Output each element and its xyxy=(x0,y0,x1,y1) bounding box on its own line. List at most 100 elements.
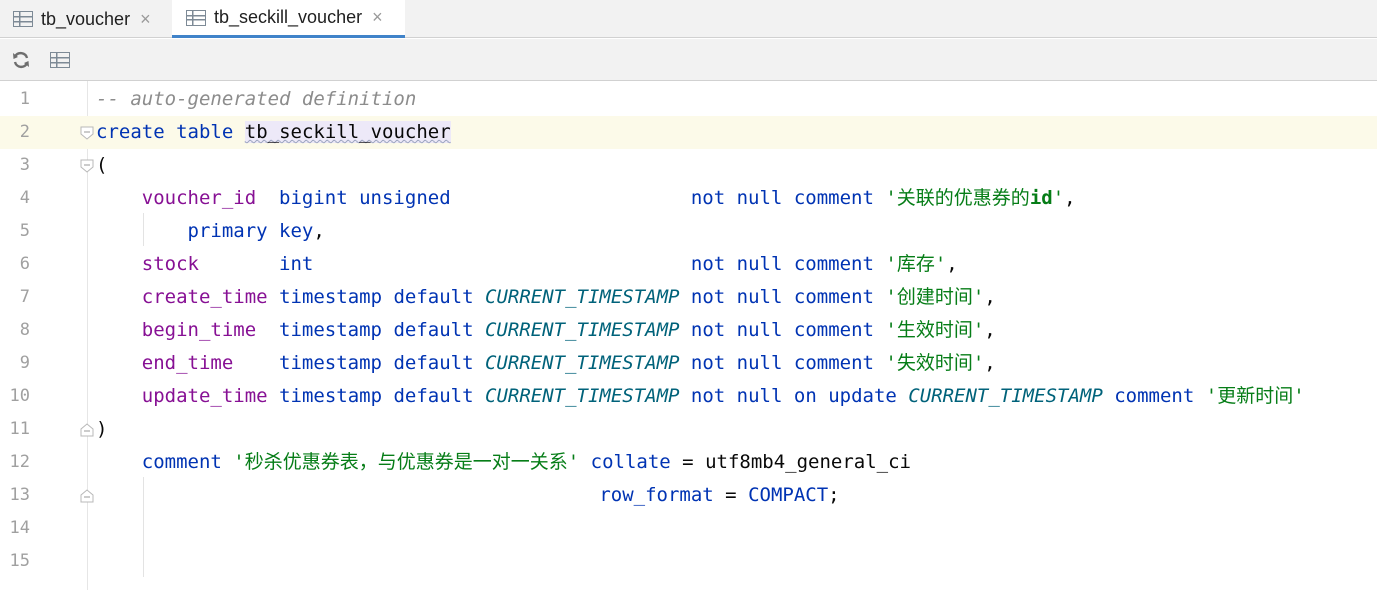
close-icon[interactable]: × xyxy=(140,9,151,30)
fold-end-marker-icon[interactable] xyxy=(80,423,94,437)
column-name: update_time xyxy=(141,385,268,407)
fold-marker-icon[interactable] xyxy=(80,126,94,140)
editor-toolbar xyxy=(0,39,1377,81)
column-type: timestamp xyxy=(279,286,383,308)
function-name: CURRENT_TIMESTAMP xyxy=(484,352,680,374)
fold-end-marker-icon[interactable] xyxy=(80,489,94,503)
tab-label: tb_seckill_voucher xyxy=(214,7,363,27)
keyword: comment xyxy=(793,286,874,308)
tab-label: tb_voucher xyxy=(41,8,131,29)
keyword: not null xyxy=(690,319,783,341)
keyword: not null xyxy=(690,352,783,374)
keyword: collate xyxy=(590,451,671,473)
string-literal: '更新时间' xyxy=(1205,385,1305,407)
table-icon xyxy=(13,11,33,27)
string-literal: '创建时间' xyxy=(885,286,985,308)
tab-tb-seckill-voucher[interactable]: tb_seckill_voucher × xyxy=(172,0,405,38)
line-number: 5 xyxy=(19,221,30,241)
line-number: 1 xyxy=(19,89,30,109)
table-grid-icon xyxy=(50,52,70,68)
close-icon[interactable]: × xyxy=(372,7,383,28)
line-number: 7 xyxy=(19,287,30,307)
line-number: 13 xyxy=(9,485,30,505)
keyword: comment xyxy=(793,187,874,209)
keyword: comment xyxy=(793,319,874,341)
keyword: table xyxy=(176,121,234,143)
code-line: 4 voucher_id bigint unsigned not null co… xyxy=(0,182,1377,215)
function-name: CURRENT_TIMESTAMP xyxy=(484,319,680,341)
code-line: 3 ( xyxy=(0,149,1377,182)
paren: ( xyxy=(96,154,108,176)
keyword: on update xyxy=(793,385,897,407)
string-literal: '秒杀优惠券表，与优惠券是一对一关系' xyxy=(233,451,580,473)
keyword: create xyxy=(96,121,165,143)
keyword: not null xyxy=(690,286,783,308)
table-icon xyxy=(186,9,206,26)
fold-marker-icon[interactable] xyxy=(80,159,94,173)
code-line: 5 primary key, xyxy=(0,215,1377,248)
collation-value: utf8mb4_general_ci xyxy=(705,451,911,473)
line-number: 10 xyxy=(9,386,30,406)
code-line-current: 2 create table tb_seckill_voucher xyxy=(0,116,1377,149)
line-number: 14 xyxy=(9,518,30,538)
code-line: 10 update_time timestamp default CURRENT… xyxy=(0,380,1377,413)
table-view-icon[interactable] xyxy=(49,49,71,71)
string-literal: '生效时间' xyxy=(885,319,985,341)
line-number: 8 xyxy=(19,320,30,340)
keyword: row_format xyxy=(599,484,714,506)
code-line: 6 stock int not null comment '库存', xyxy=(0,248,1377,281)
line-number: 15 xyxy=(9,551,30,571)
keyword: COMPACT xyxy=(748,484,829,506)
sql-comment: -- auto-generated definition xyxy=(96,88,417,110)
column-type: timestamp xyxy=(279,319,382,341)
keyword: default xyxy=(393,352,474,374)
column-name: end_time xyxy=(141,352,234,374)
refresh-icon[interactable] xyxy=(10,49,32,71)
code-line: 11 ) xyxy=(0,413,1377,446)
column-type: bigint unsigned xyxy=(279,187,451,209)
keyword: primary key xyxy=(187,220,314,242)
line-number: 9 xyxy=(19,353,30,373)
tab-tb-voucher[interactable]: tb_voucher × xyxy=(0,0,172,38)
line-number: 12 xyxy=(9,452,30,472)
code-line: 8 begin_time timestamp default CURRENT_T… xyxy=(0,314,1377,347)
string-literal: '库存' xyxy=(885,253,947,275)
keyword: default xyxy=(393,319,474,341)
line-number: 2 xyxy=(19,122,30,142)
code-line: 9 end_time timestamp default CURRENT_TIM… xyxy=(0,347,1377,380)
code-line: 12 comment '秒杀优惠券表，与优惠券是一对一关系' collate =… xyxy=(0,446,1377,479)
column-name: stock xyxy=(141,253,199,275)
line-number: 11 xyxy=(9,419,30,439)
string-literal: '关联的优惠券的id' xyxy=(885,187,1065,209)
keyword: comment xyxy=(1114,385,1195,407)
line-number: 3 xyxy=(19,155,30,175)
code-line: 14 xyxy=(0,512,1377,545)
code-line: 13 row_format = COMPACT; xyxy=(0,479,1377,512)
column-name: begin_time xyxy=(141,319,257,341)
string-literal: '失效时间' xyxy=(885,352,985,374)
line-number: 4 xyxy=(19,188,30,208)
column-name: voucher_id xyxy=(141,187,257,209)
table-name: tb_seckill_voucher xyxy=(244,121,451,143)
paren: ) xyxy=(96,418,108,440)
keyword: not null xyxy=(690,187,783,209)
column-type: timestamp xyxy=(279,352,382,374)
keyword: comment xyxy=(793,253,874,275)
keyword: default xyxy=(393,286,474,308)
function-name: CURRENT_TIMESTAMP xyxy=(908,385,1103,407)
function-name: CURRENT_TIMESTAMP xyxy=(485,385,680,407)
code-line: 1 -- auto-generated definition xyxy=(0,83,1377,116)
keyword: comment xyxy=(141,451,222,473)
editor-tab-bar: tb_voucher × tb_seckill_voucher × xyxy=(0,0,1377,38)
code-editor[interactable]: 1 -- auto-generated definition 2 create … xyxy=(0,81,1377,590)
code-line: 7 create_time timestamp default CURRENT_… xyxy=(0,281,1377,314)
code-line: 15 xyxy=(0,545,1377,578)
keyword: not null xyxy=(690,253,783,275)
keyword: comment xyxy=(793,352,874,374)
column-type: int xyxy=(279,253,314,275)
column-name: create_time xyxy=(141,286,268,308)
keyword: not null xyxy=(690,385,783,407)
function-name: CURRENT_TIMESTAMP xyxy=(485,286,680,308)
keyword: default xyxy=(393,385,474,407)
line-number: 6 xyxy=(19,254,30,274)
